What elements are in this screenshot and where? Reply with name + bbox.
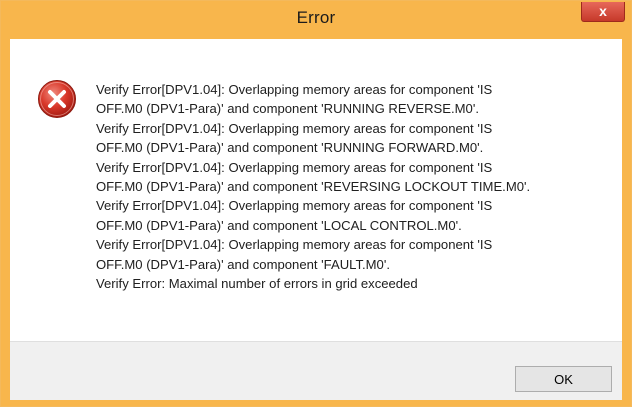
message-line: Verify Error[DPV1.04]: Overlapping memor… xyxy=(96,120,493,136)
dialog-client-area: Verify Error[DPV1.04]: Overlapping memor… xyxy=(10,39,622,400)
close-icon: x xyxy=(599,3,607,19)
message-area: Verify Error[DPV1.04]: Overlapping memor… xyxy=(10,39,622,341)
message-line: OFF.M0 (DPV1-Para)' and component 'LOCAL… xyxy=(96,217,462,233)
message-line: Verify Error[DPV1.04]: Overlapping memor… xyxy=(96,198,493,214)
error-dialog-window: Error x Verify Error[DPV1.04]: Overlappi… xyxy=(0,0,632,407)
message-line: Verify Error[DPV1.04]: Overlapping memor… xyxy=(96,237,493,253)
error-icon xyxy=(38,80,76,118)
message-line: OFF.M0 (DPV1-Para)' and component 'RUNNI… xyxy=(96,101,479,117)
message-line: Verify Error[DPV1.04]: Overlapping memor… xyxy=(96,82,493,97)
message-line: OFF.M0 (DPV1-Para)' and component 'FAULT… xyxy=(96,256,390,272)
title-bar[interactable]: Error x xyxy=(1,1,631,39)
message-line: Verify Error[DPV1.04]: Overlapping memor… xyxy=(96,159,493,175)
window-title: Error xyxy=(296,8,336,27)
button-bar: OK xyxy=(10,341,622,400)
message-line: OFF.M0 (DPV1-Para)' and component 'RUNNI… xyxy=(96,140,484,156)
error-message: Verify Error[DPV1.04]: Overlapping memor… xyxy=(96,80,618,293)
message-line: Verify Error: Maximal number of errors i… xyxy=(96,276,418,292)
ok-button[interactable]: OK xyxy=(515,366,612,392)
message-line: OFF.M0 (DPV1-Para)' and component 'REVER… xyxy=(96,179,531,195)
close-button[interactable]: x xyxy=(581,2,625,22)
